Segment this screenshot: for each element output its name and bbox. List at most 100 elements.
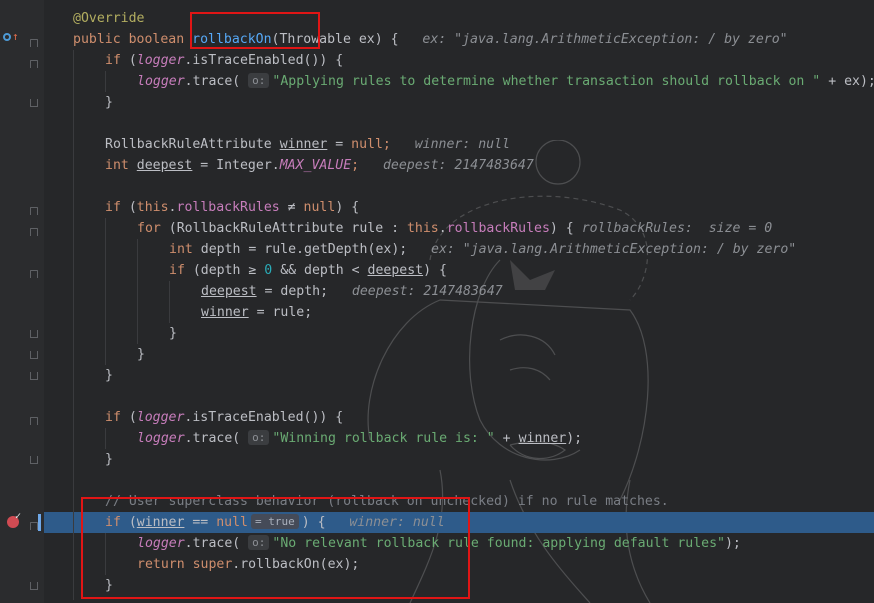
execution-point-marker [38,514,41,531]
code-line-11[interactable]: for (RollbackRuleAttribute rule : this.r… [44,218,874,239]
code-token: ) { [335,200,360,215]
indent-guide [105,428,106,449]
keyword: int [169,242,193,257]
logger-field: logger [136,53,185,68]
variable-deepest: deepest [201,284,257,299]
code-line-13[interactable]: if (depth ≥ 0 && depth < deepest) { [44,260,874,281]
keyword: if [169,263,185,278]
keyword: this [406,221,439,236]
code-token: .isTraceEnabled()) { [184,410,344,425]
indent-guide [73,50,74,600]
code-line-17[interactable]: } [44,344,874,365]
code-line-1[interactable]: @Override [44,8,874,29]
code-line-16[interactable]: } [44,323,874,344]
fold-expand-icon[interactable] [30,207,38,215]
code-line-8[interactable]: int deepest = Integer.MAX_VALUE; deepest… [44,155,874,176]
code-line-21[interactable]: logger.trace( o: "Winning rollback rule i… [44,428,874,449]
inline-debug-value: rollbackRules: size = 0 [581,221,773,236]
code-line-3[interactable]: if (logger.isTraceEnabled()) { [44,50,874,71]
indent-guide [169,281,170,323]
fold-collapse-icon[interactable] [30,330,38,338]
code-token: && depth < [272,263,368,278]
code-token: + ex); [820,74,874,89]
string-literal: "Winning rollback rule is: " [272,431,495,446]
closing-brace: } [105,452,113,467]
code-token: ); [724,536,741,551]
code-token: .trace( [184,431,241,446]
code-line-5[interactable]: } [44,92,874,113]
keyword: if [105,200,121,215]
closing-brace: } [169,326,177,341]
fold-expand-icon[interactable] [30,228,38,236]
fold-collapse-icon[interactable] [30,351,38,359]
code-comment: // User superclass behavior (rollback on… [105,494,669,509]
code-line-18[interactable]: } [44,365,874,386]
code-token: ) { [549,221,574,236]
inline-debug-value: ex: "java.lang.ArithmeticException: / by… [422,32,788,47]
logger-field: logger [137,431,185,446]
code-token: ; [351,158,360,173]
code-token: == [184,515,217,530]
code-token: = Integer. [192,158,280,173]
inline-debug-value: winner: null [414,137,510,152]
keyword: null [216,515,248,530]
fold-expand-icon[interactable] [30,270,38,278]
parameter-hint: o: [248,73,270,88]
code-line-22[interactable]: } [44,449,874,470]
fold-expand-icon[interactable] [30,417,38,425]
breakpoint-check-icon: ✓ [15,511,22,522]
code-line-24[interactable]: // User superclass behavior (rollback on… [44,491,874,512]
fold-collapse-icon[interactable] [30,372,38,380]
code-line-12[interactable]: int depth = rule.getDepth(ex); ex: "java… [44,239,874,260]
keyword: return [137,557,185,572]
type-name: RollbackRuleAttribute [105,137,272,152]
code-line-28[interactable]: } [44,575,874,596]
code-token: .rollbackOn(ex); [232,557,360,572]
indent-guide [105,71,106,92]
fold-expand-icon[interactable] [30,39,38,47]
current-execution-line[interactable]: if (winner == null = true) { winner: null [44,512,874,533]
code-token: ≠ [279,200,304,215]
fold-collapse-icon[interactable] [30,456,38,464]
closing-brace: } [105,368,113,383]
code-token: depth = rule.getDepth(ex); [192,242,408,257]
keyword: if [105,515,121,530]
keyword: for [137,221,161,236]
code-token: .trace( [184,74,241,89]
fold-expand-icon[interactable] [30,522,38,530]
fold-collapse-icon[interactable] [30,99,38,107]
override-annotation: @Override [73,11,145,26]
variable-winner: winner [201,305,249,320]
code-line-10[interactable]: if (this.rollbackRules ≠ null) { [44,197,874,218]
code-line-7[interactable]: RollbackRuleAttribute winner = null; win… [44,134,874,155]
code-token: ); [566,431,583,446]
code-line-27[interactable]: return super.rollbackOn(ex); [44,554,874,575]
method-signature: (Throwable ex) { [271,32,399,47]
code-token: ( [120,53,137,68]
code-token: ( [120,515,137,530]
code-line-20[interactable]: if (logger.isTraceEnabled()) { [44,407,874,428]
code-token: = depth; [256,284,329,299]
logger-field: logger [137,74,185,89]
variable-deepest: deepest [367,263,424,278]
inline-debug-value: winner: null [349,515,445,530]
code-token: + [494,431,519,446]
code-line-4[interactable]: logger.trace( o: "Applying rules to deter… [44,71,874,92]
logger-field: logger [136,410,185,425]
fold-collapse-icon[interactable] [30,582,38,590]
indent-guide [105,533,106,575]
code-token: . [168,200,177,215]
code-line-2[interactable]: public boolean rollbackOn(Throwable ex) … [44,29,874,50]
method-name-rollbackon[interactable]: rollbackOn [192,32,271,47]
fold-expand-icon[interactable] [30,60,38,68]
code-token: ) { [423,263,447,278]
override-method-icon[interactable] [3,33,11,41]
code-token: ) { [301,515,326,530]
field-rollbackrules: rollbackRules [446,221,550,236]
code-editor[interactable]: @Override public boolean rollbackOn(Thro… [0,0,874,603]
code-token: . [438,221,447,236]
editor-gutter[interactable] [0,0,44,603]
logger-field: logger [137,536,185,551]
code-line-26[interactable]: logger.trace( o: "No relevant rollback ru… [44,533,874,554]
indent-guide [105,218,106,365]
